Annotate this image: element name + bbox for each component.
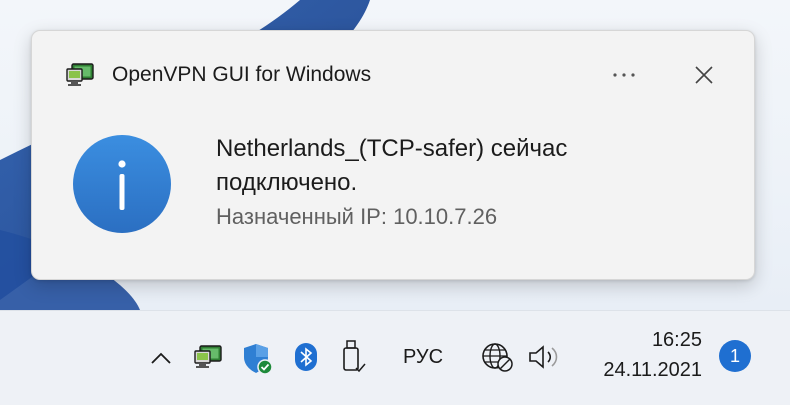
chevron-up-icon bbox=[151, 352, 171, 364]
bluetooth-tray-button[interactable] bbox=[292, 341, 320, 373]
language-indicator: РУС bbox=[402, 345, 444, 368]
notification-center-badge[interactable]: 1 bbox=[719, 340, 751, 372]
security-tray-button[interactable] bbox=[240, 341, 276, 377]
clock-date: 24.11.2021 bbox=[603, 359, 702, 381]
usb-drive-icon bbox=[343, 340, 366, 373]
message-line-2: подключено. bbox=[216, 169, 358, 196]
globe-icon bbox=[482, 343, 513, 372]
openvpn-tray-button[interactable] bbox=[191, 341, 225, 373]
message-line-1: Netherlands_(TCP-safer) сейчас bbox=[216, 135, 568, 162]
input-language-button[interactable]: РУС bbox=[396, 341, 450, 373]
close-icon bbox=[695, 66, 713, 84]
more-icon bbox=[613, 73, 635, 77]
bluetooth-icon bbox=[295, 343, 317, 371]
toast-header: OpenVPN GUI for Windows bbox=[32, 31, 754, 119]
defender-shield-icon bbox=[244, 344, 273, 375]
info-icon bbox=[72, 134, 172, 234]
show-hidden-icons-button[interactable] bbox=[146, 343, 176, 373]
openvpn-tray-icon bbox=[194, 345, 222, 368]
volume-tray-button[interactable] bbox=[526, 341, 564, 373]
more-options-button[interactable] bbox=[604, 57, 644, 93]
toast-message: Netherlands_(TCP-safer) сейчас подключен… bbox=[216, 132, 716, 234]
openvpn-monitor-icon bbox=[65, 63, 95, 87]
clock-button[interactable]: 16:25 24.11.2021 bbox=[582, 325, 702, 385]
volume-icon bbox=[529, 345, 558, 369]
taskbar: РУС 16:25 24.11.2021 1 bbox=[0, 310, 790, 405]
network-tray-button[interactable] bbox=[478, 339, 518, 375]
assigned-ip-text: Назначенный IP: 10.10.7.26 bbox=[216, 204, 498, 229]
safely-remove-hardware-button[interactable] bbox=[338, 339, 368, 375]
vpn-notification-toast[interactable]: OpenVPN GUI for Windows Netherlands_(TCP… bbox=[31, 30, 755, 280]
close-button[interactable] bbox=[684, 57, 724, 93]
app-title: OpenVPN GUI for Windows bbox=[112, 63, 372, 86]
clock-time: 16:25 bbox=[651, 329, 702, 351]
